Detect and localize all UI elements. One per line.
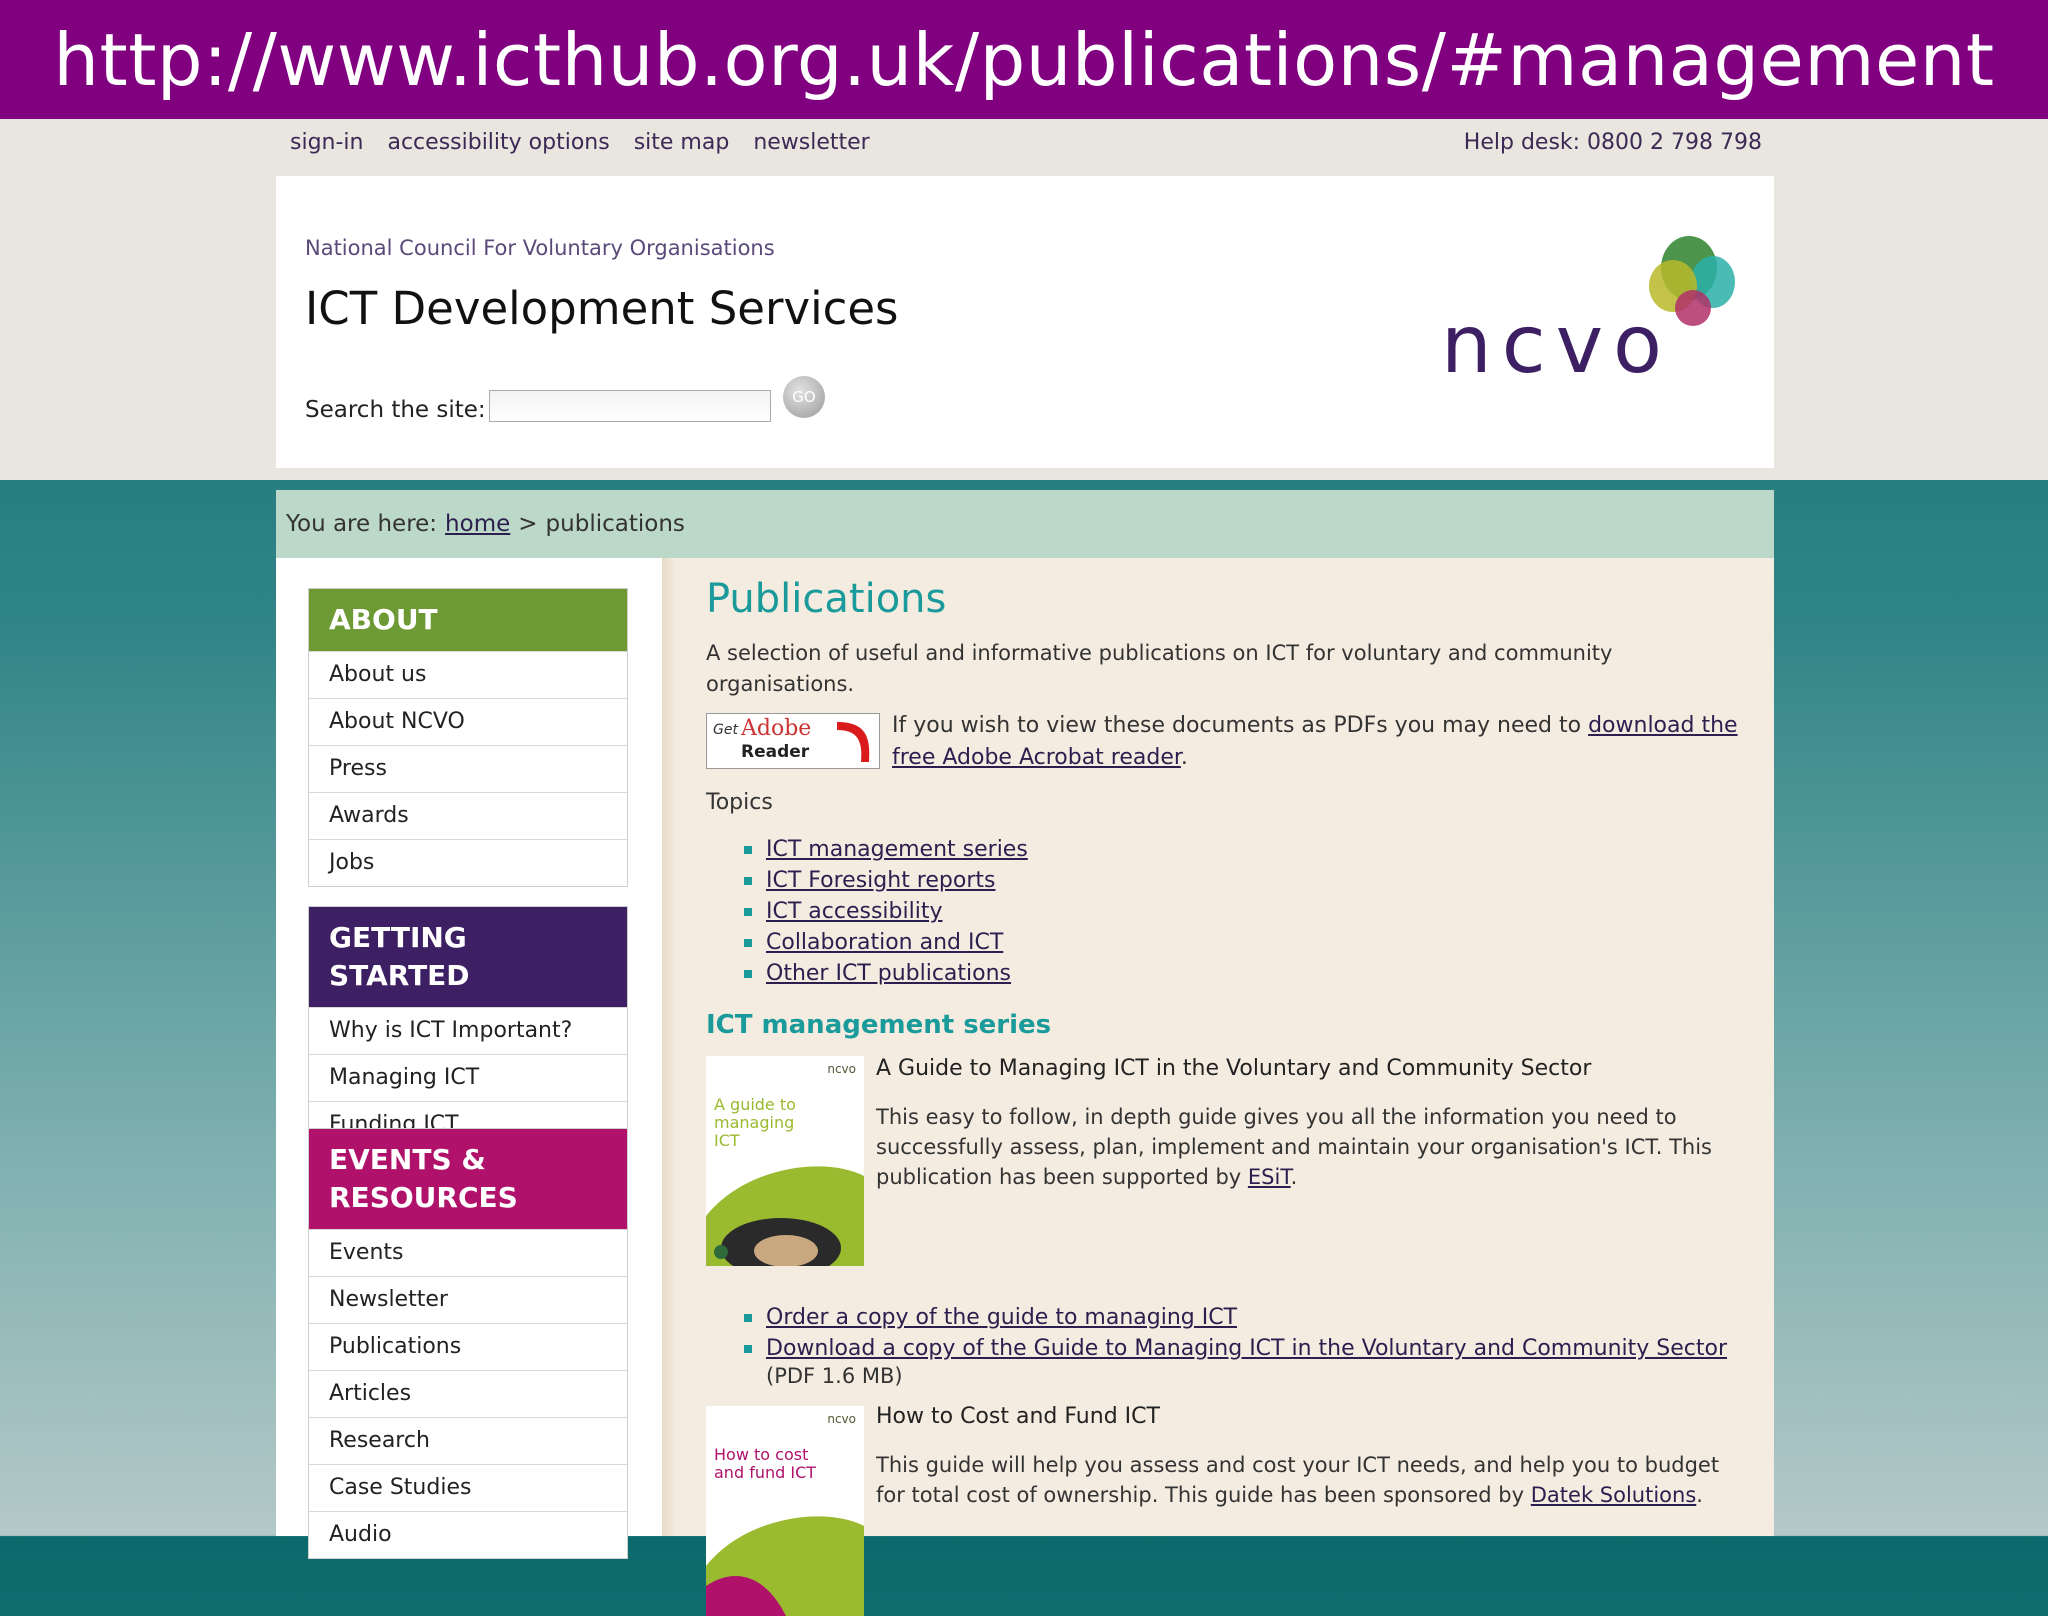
page-body: ABOUT About us About NCVO Press Awards J… [276, 558, 1774, 1616]
logo-wordmark: ncvo [1441, 298, 1672, 380]
get-adobe-reader-badge[interactable]: Get Adobe Reader [706, 713, 880, 769]
utility-links: sign-in accessibility options site map n… [290, 130, 870, 155]
publication-links: Order a copy of the guide to managing IC… [743, 1302, 1727, 1364]
datek-link[interactable]: Datek Solutions [1531, 1483, 1697, 1507]
nav-item-newsletter[interactable]: Newsletter [309, 1276, 627, 1323]
publication-title: How to Cost and Fund ICT [876, 1404, 1160, 1429]
adobe-badge-adobe: Adobe [741, 716, 812, 741]
pdf-size-note: (PDF 1.6 MB) [766, 1364, 903, 1388]
ncvo-logo-mark: ncvo [1441, 236, 1735, 391]
accessibility-options-link[interactable]: accessibility options [387, 130, 609, 155]
breadcrumb-prefix: You are here: [286, 511, 438, 537]
sidebar-divider [662, 558, 676, 1536]
topic-link-foresight[interactable]: ICT Foresight reports [744, 865, 1028, 896]
section-heading-management: ICT management series [706, 1010, 1052, 1040]
nav-heading-line-1: EVENTS & [329, 1143, 486, 1176]
esit-link[interactable]: ESiT [1248, 1165, 1291, 1189]
nav-group-getting-started: GETTING STARTED Why is ICT Important? Ma… [308, 906, 628, 1149]
adobe-badge-get: Get [713, 722, 738, 738]
nav-item-articles[interactable]: Articles [309, 1370, 627, 1417]
site-header: National Council For Voluntary Organisat… [276, 176, 1774, 468]
url-banner: http://www.icthub.org.uk/publications/#m… [0, 0, 2048, 119]
topic-link-collaboration[interactable]: Collaboration and ICT [744, 927, 1028, 958]
adobe-badge-reader: Reader [741, 742, 810, 762]
publication-description: This guide will help you assess and cost… [876, 1450, 1746, 1510]
search-input[interactable] [489, 390, 771, 422]
nav-heading-line-2: RESOURCES [329, 1181, 518, 1214]
breadcrumb: You are here: home > publications [276, 490, 1774, 558]
publication-description-end: . [1696, 1483, 1703, 1507]
book-cover-cost-fund-ict[interactable]: ncvo How to cost and fund ICT [706, 1406, 864, 1616]
page-title: Publications [706, 576, 947, 622]
page-intro: A selection of useful and informative pu… [706, 641, 1613, 696]
nav-heading-getting-started[interactable]: GETTING STARTED [309, 907, 627, 1007]
nav-item-about-us[interactable]: About us [309, 651, 627, 698]
topic-link-management[interactable]: ICT management series [744, 834, 1028, 865]
nav-item-research[interactable]: Research [309, 1417, 627, 1464]
sign-in-link[interactable]: sign-in [290, 130, 363, 155]
topic-link-accessibility[interactable]: ICT accessibility [744, 896, 1028, 927]
nav-item-audio[interactable]: Audio [309, 1511, 627, 1558]
book-cover-art [706, 1516, 864, 1616]
nav-item-publications[interactable]: Publications [309, 1323, 627, 1370]
newsletter-link[interactable]: newsletter [753, 130, 869, 155]
publication-description-end: . [1290, 1165, 1298, 1189]
nav-heading-about[interactable]: ABOUT [309, 589, 627, 651]
book-cover-title: A guide to managing ICT [714, 1095, 796, 1150]
book-cover-brand: ncvo [827, 1062, 856, 1076]
book-cover-art [706, 1166, 864, 1266]
topics-list: ICT management series ICT Foresight repo… [744, 834, 1028, 989]
adobe-swoosh-icon [837, 722, 870, 762]
publication-description: This easy to follow, in depth guide give… [876, 1102, 1746, 1192]
nav-heading-events-resources[interactable]: EVENTS & RESOURCES [309, 1129, 627, 1229]
org-name: National Council For Voluntary Organisat… [305, 236, 775, 260]
ncvo-logo[interactable]: ncvo [1441, 230, 1751, 391]
publication-title: A Guide to Managing ICT in the Voluntary… [876, 1056, 1592, 1081]
nav-item-about-ncvo[interactable]: About NCVO [309, 698, 627, 745]
nav-item-jobs[interactable]: Jobs [309, 839, 627, 886]
site-title: ICT Development Services [305, 282, 899, 335]
nav-item-press[interactable]: Press [309, 745, 627, 792]
topics-label: Topics [706, 790, 773, 815]
sidebar: ABOUT About us About NCVO Press Awards J… [276, 558, 662, 1559]
nav-group-events-resources: EVENTS & RESOURCES Events Newsletter Pub… [308, 1128, 628, 1559]
adobe-notice-text: If you wish to view these documents as P… [892, 713, 1589, 738]
download-guide-link[interactable]: Download a copy of the Guide to Managing… [743, 1333, 1727, 1364]
order-guide-link[interactable]: Order a copy of the guide to managing IC… [743, 1302, 1727, 1333]
book-cover-title: How to cost and fund ICT [714, 1445, 817, 1482]
nav-group-about: ABOUT About us About NCVO Press Awards J… [308, 588, 628, 887]
nav-item-why-ict[interactable]: Why is ICT Important? [309, 1007, 627, 1054]
adobe-notice: If you wish to view these documents as P… [892, 710, 1742, 774]
breadcrumb-current: publications [545, 511, 685, 537]
nav-item-managing-ict[interactable]: Managing ICT [309, 1054, 627, 1101]
topic-link-other[interactable]: Other ICT publications [744, 958, 1028, 989]
go-button[interactable]: GO [783, 376, 825, 418]
nav-item-case-studies[interactable]: Case Studies [309, 1464, 627, 1511]
nav-item-awards[interactable]: Awards [309, 792, 627, 839]
search-label: Search the site: [305, 397, 486, 423]
site-map-link[interactable]: site map [634, 130, 730, 155]
nav-item-events[interactable]: Events [309, 1229, 627, 1276]
url-text: http://www.icthub.org.uk/publications/#m… [53, 17, 1995, 102]
book-cover-brand: ncvo [827, 1412, 856, 1426]
utility-bar: sign-in accessibility options site map n… [276, 130, 1774, 162]
book-cover-managing-ict[interactable]: ncvo A guide to managing ICT [706, 1056, 864, 1266]
helpdesk-text: Help desk: 0800 2 798 798 [1463, 130, 1762, 155]
breadcrumb-home-link[interactable]: home [445, 511, 510, 537]
breadcrumb-separator: > [518, 511, 538, 537]
adobe-notice-end: . [1180, 745, 1188, 770]
